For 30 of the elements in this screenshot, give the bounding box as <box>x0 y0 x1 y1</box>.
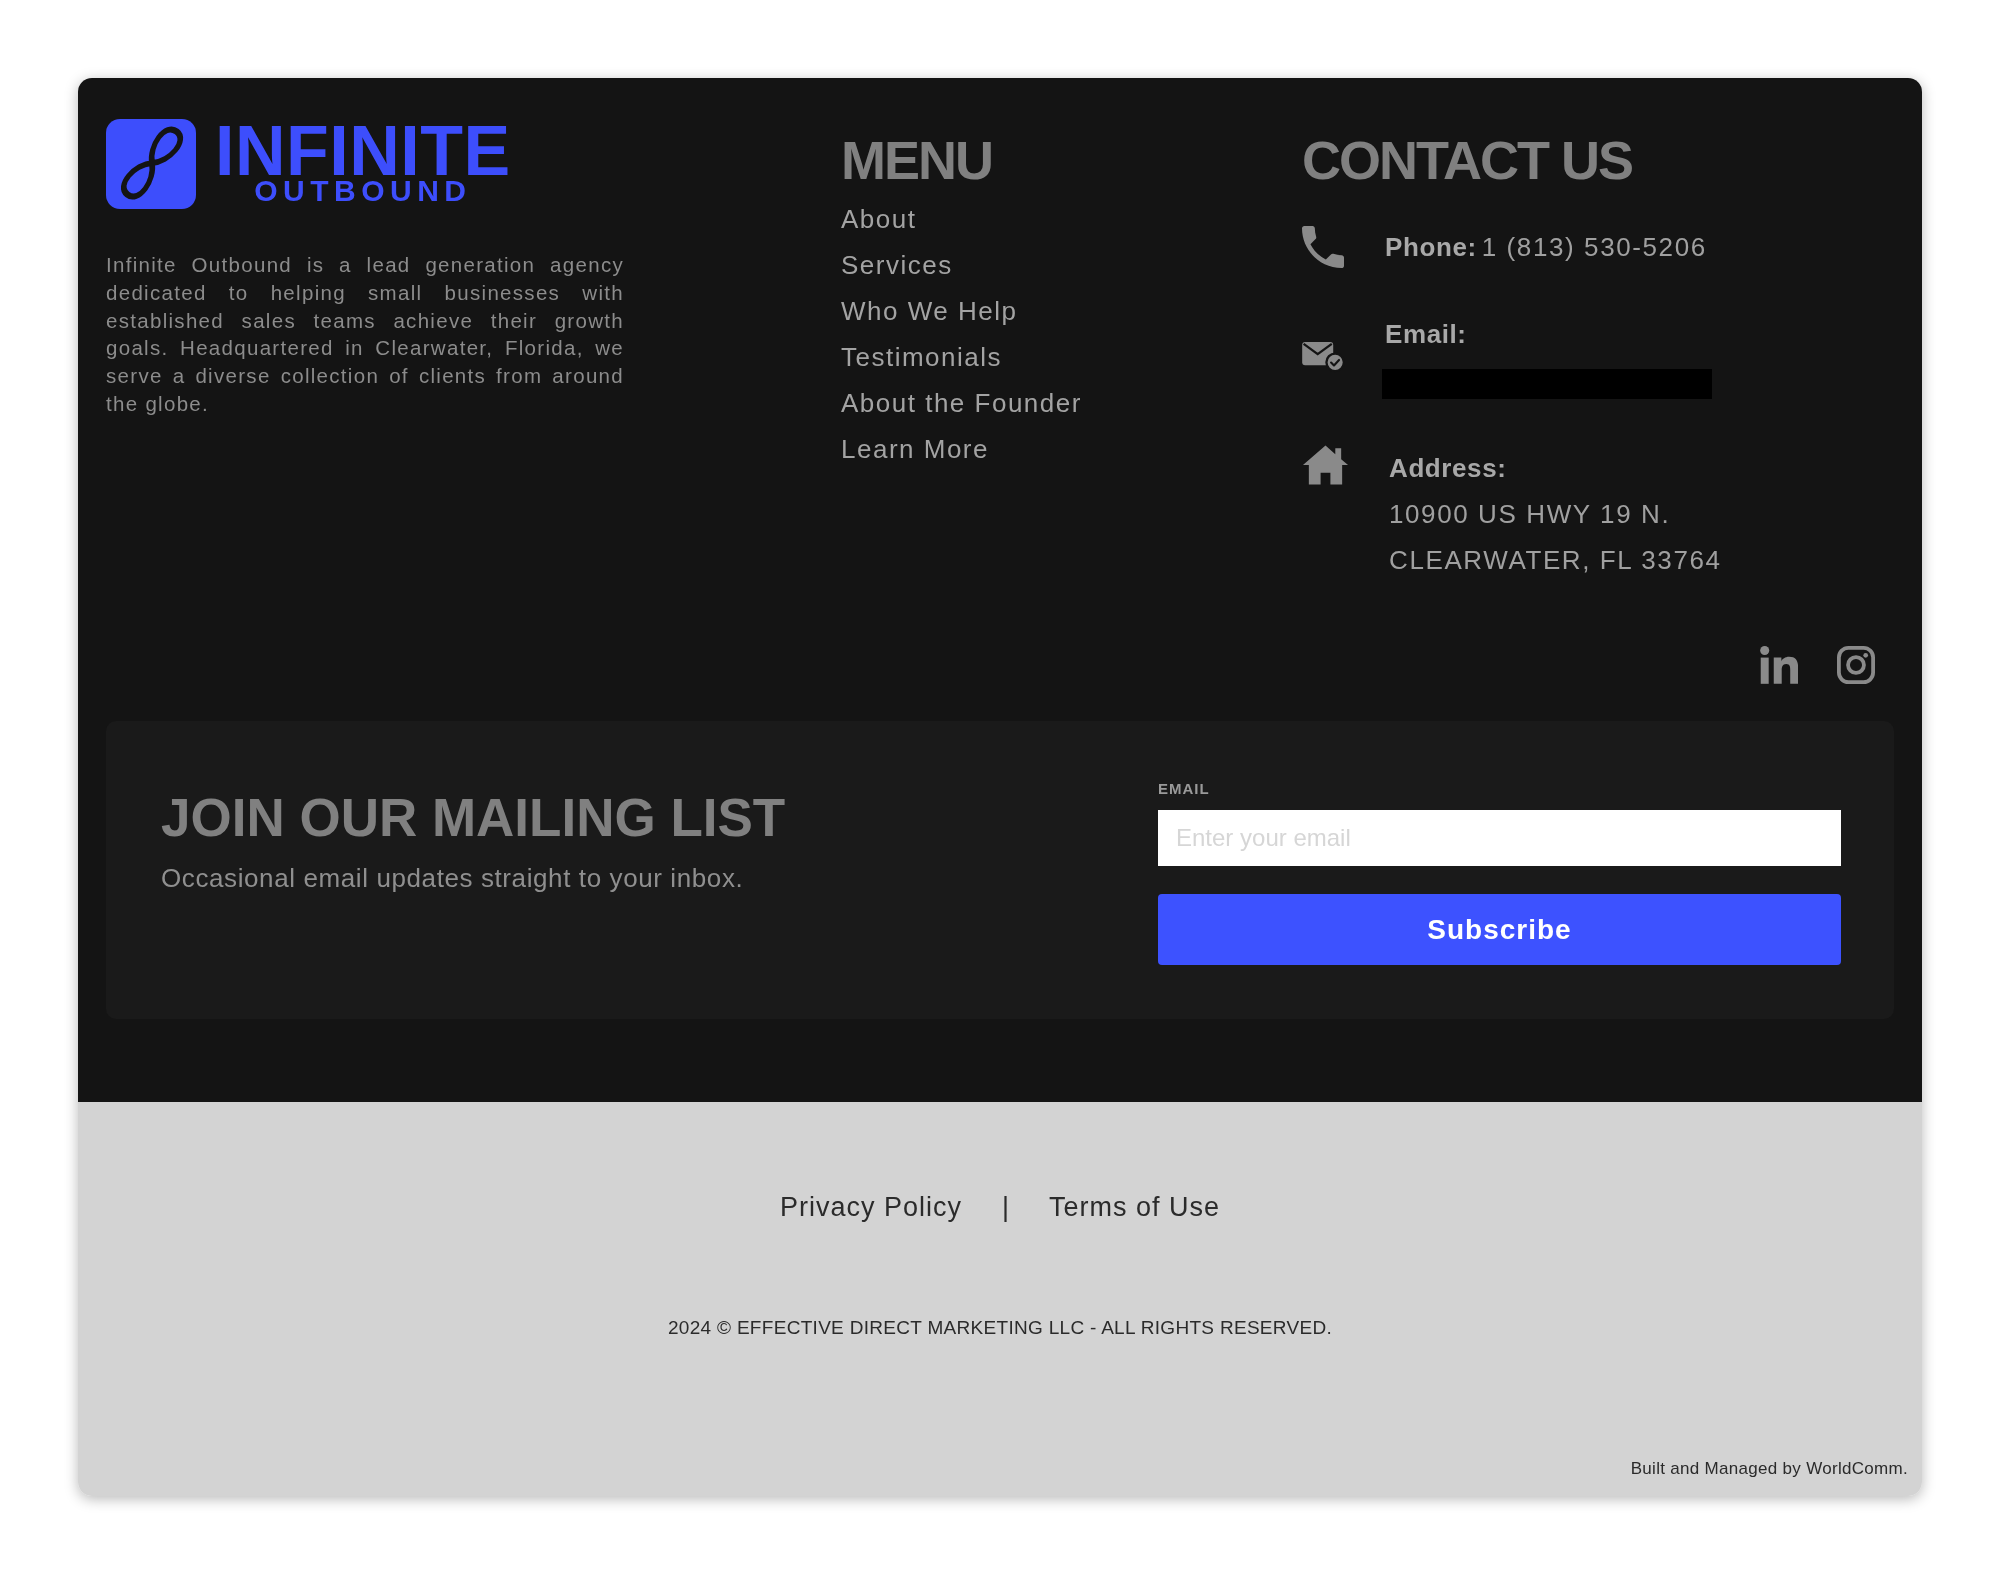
company-description: Infinite Outbound is a lead generation agency dedicated to helping small businesses with established sales teams achieve their growth goals. Headquartered in Clearwater, Florida, we serve a diverse collection of clients from around the globe. <box>106 252 624 417</box>
contact-heading: CONTACT US <box>1302 130 1632 190</box>
menu-link[interactable]: Learn More <box>841 426 989 472</box>
infinity-logo-icon <box>106 119 196 209</box>
link-separator: | <box>1002 1191 1009 1224</box>
subscribe-button[interactable]: Subscribe <box>1158 894 1841 965</box>
instagram-icon[interactable] <box>1837 646 1875 684</box>
linkedin-icon[interactable] <box>1760 646 1798 684</box>
address-label: Address: <box>1389 453 1507 483</box>
credit-text: Built and Managed by WorldComm. <box>1630 1458 1908 1480</box>
phone-icon <box>1302 226 1344 268</box>
house-icon <box>1302 444 1349 486</box>
legal-link[interactable]: Terms of Use <box>1049 1187 1221 1227</box>
email-field-label: EMAIL <box>1158 779 1211 799</box>
envelope-check-icon <box>1302 340 1346 373</box>
menu-link[interactable]: About the Founder <box>841 380 1082 426</box>
newsletter-subtitle: Occasional email updates straight to your inbox. <box>161 862 745 895</box>
email-label: Email: <box>1385 319 1467 349</box>
copyright-text: 2024 © EFFECTIVE DIRECT MARKETING LLC - ALL RIGHTS RESERVED. <box>666 1316 1334 1340</box>
address-line: CLEARWATER, FL 33764 <box>1389 544 1722 577</box>
address-line: 10900 US HWY 19 N. <box>1389 498 1672 531</box>
menu-link[interactable]: About <box>841 196 917 242</box>
menu-link[interactable]: Services <box>841 242 953 288</box>
legal-link[interactable]: Privacy Policy <box>779 1187 962 1227</box>
phone-number: 1 (813) 530-5206 <box>1481 232 1707 262</box>
phone-label: Phone: <box>1385 232 1477 262</box>
menu-link[interactable]: Testimonials <box>841 334 1003 380</box>
menu-heading: MENU <box>841 130 992 190</box>
menu-link[interactable]: Who We Help <box>841 288 1018 334</box>
newsletter-title: JOIN OUR MAILING LIST <box>161 787 787 849</box>
